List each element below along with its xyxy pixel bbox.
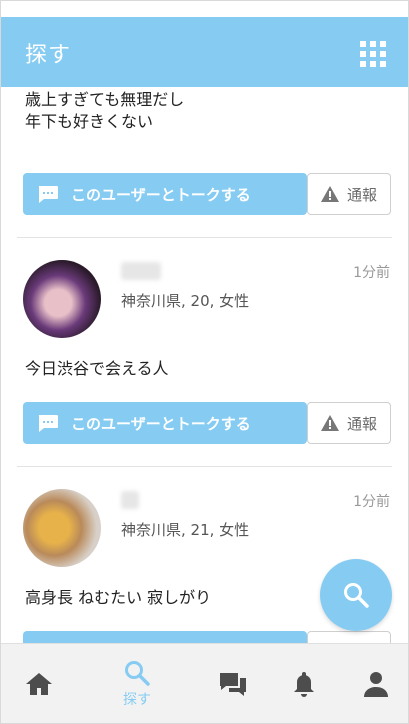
tab-messages[interactable]: [198, 644, 268, 723]
user-name-blurred: [121, 262, 161, 280]
post-time: 1分前: [353, 494, 390, 510]
warning-icon: [320, 186, 339, 202]
search-icon: [125, 661, 150, 686]
grid-icon[interactable]: [360, 41, 386, 67]
talk-button[interactable]: このユーザーとトークする: [23, 402, 307, 444]
report-button-label: 通報: [346, 414, 377, 433]
report-button[interactable]: [307, 631, 391, 643]
user-meta: 神奈川県, 20, 女性: [121, 292, 250, 310]
report-button[interactable]: 通報: [307, 173, 391, 215]
talk-button[interactable]: このユーザーとトークする: [23, 173, 307, 215]
post-actions: このユーザーとトークする 通報: [23, 402, 391, 444]
post-message: 高身長 ねむたい 寂しがり: [25, 588, 212, 607]
divider: [17, 466, 392, 467]
tab-search-label: 探す: [123, 692, 151, 708]
talk-button-label: このユーザーとトークする: [71, 185, 251, 204]
tab-profile[interactable]: [341, 644, 408, 723]
page-title: 探す: [25, 43, 72, 68]
tab-home[interactable]: [4, 644, 74, 723]
post-message: 歳上すぎても無理だし 年下も好きくない: [25, 90, 185, 131]
talk-button-label: このユーザーとトークする: [71, 414, 251, 433]
tab-search[interactable]: 探す: [102, 644, 172, 723]
person-icon: [364, 672, 388, 697]
avatar[interactable]: [23, 489, 101, 567]
search-fab-button[interactable]: [320, 559, 392, 631]
user-name-blurred: [121, 491, 139, 509]
avatar[interactable]: [23, 260, 101, 338]
chat-bubble-icon: [38, 415, 58, 432]
divider: [17, 237, 392, 238]
report-button[interactable]: 通報: [307, 402, 391, 444]
report-button-label: 通報: [346, 185, 377, 204]
post-actions: [23, 631, 391, 643]
post-time: 1分前: [353, 265, 390, 281]
chat-icon: [220, 673, 246, 696]
chat-bubble-icon: [38, 186, 58, 203]
tab-notifications[interactable]: [269, 644, 339, 723]
talk-button[interactable]: [23, 631, 307, 643]
app-header: 探す: [1, 17, 408, 87]
warning-icon: [320, 415, 339, 431]
post-actions: このユーザーとトークする 通報: [23, 173, 391, 215]
bell-icon: [294, 672, 314, 697]
post-message: 今日渋谷で会える人: [25, 359, 169, 378]
user-meta: 神奈川県, 21, 女性: [121, 521, 250, 539]
home-icon: [26, 673, 52, 695]
search-icon: [344, 583, 369, 608]
bottom-tab-bar: 探す: [1, 643, 408, 723]
app-frame: 探す 歳上すぎても無理だし 年下も好きくない このユーザーとトークする 通報 1…: [0, 0, 409, 724]
